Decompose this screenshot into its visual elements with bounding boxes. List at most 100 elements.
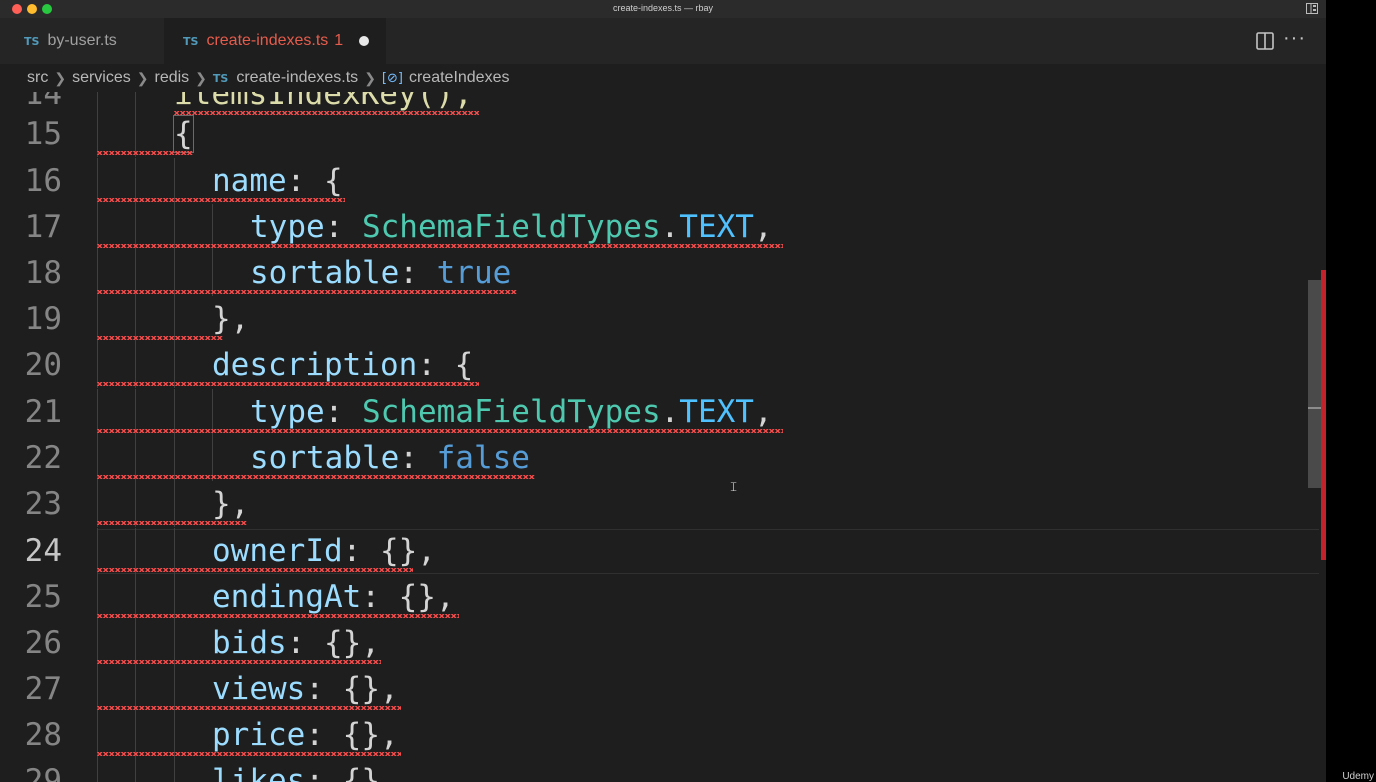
title-bar: create-indexes.ts — rbay	[0, 0, 1326, 18]
error-squiggle	[97, 244, 783, 248]
code-token: {	[323, 163, 343, 199]
error-squiggle	[97, 752, 401, 756]
error-squiggle	[97, 660, 381, 664]
editor-window: create-indexes.ts — rbay TS by-user.ts T…	[0, 0, 1326, 782]
breadcrumb-item-file[interactable]: create-indexes.ts	[236, 69, 358, 87]
tab-by-user[interactable]: TS by-user.ts	[0, 18, 164, 64]
scrollbar-thumb[interactable]	[1308, 280, 1322, 488]
error-squiggle	[97, 521, 247, 525]
code-token: true	[436, 255, 512, 291]
code-token: {	[454, 347, 474, 383]
error-squiggle	[97, 568, 413, 572]
breadcrumb-item-symbol[interactable]: createIndexes	[409, 69, 510, 87]
indent-guide	[97, 758, 98, 782]
code-token: ,	[753, 209, 773, 245]
code-token: itemsIndexKey(),	[174, 92, 473, 112]
code-line: 28 price: {},	[0, 712, 1326, 758]
code-line: 18 sortable: true	[0, 250, 1326, 296]
tab-create-indexes[interactable]: TS create-indexes.ts 1	[164, 18, 386, 64]
code-text: likes: {},	[212, 758, 399, 782]
line-number: 25	[24, 579, 62, 615]
breadcrumb-item-src[interactable]: src	[27, 69, 48, 87]
code-token: :	[305, 763, 343, 782]
code-token: ,	[753, 394, 773, 430]
chevron-right-icon: ❯	[136, 69, 149, 86]
code-line: 17 type: SchemaFieldTypes.TEXT,	[0, 204, 1326, 250]
more-actions-icon[interactable]: ···	[1283, 27, 1306, 50]
breadcrumb-item-redis[interactable]: redis	[154, 69, 189, 87]
code-token: .	[660, 209, 680, 245]
typescript-icon: TS	[24, 34, 40, 48]
symbol-method-icon: [⊘]	[381, 70, 403, 86]
breadcrumb-item-services[interactable]: services	[72, 69, 131, 87]
line-number: 21	[24, 394, 62, 430]
code-token: ownerId	[212, 533, 343, 569]
chevron-right-icon: ❯	[54, 69, 67, 86]
problem-count-badge: 1	[334, 32, 344, 49]
line-number: 19	[24, 301, 62, 337]
code-token: endingAt	[212, 579, 362, 615]
line-number: 16	[24, 163, 62, 199]
typescript-icon: TS	[183, 34, 199, 48]
code-token: :	[324, 209, 362, 245]
code-token: name	[212, 163, 287, 199]
error-squiggle	[97, 336, 223, 340]
error-squiggle	[97, 429, 783, 433]
code-token: bids	[212, 625, 287, 661]
code-token: SchemaFieldTypes	[361, 394, 661, 430]
code-token: {},	[342, 763, 399, 782]
code-token: :	[361, 579, 399, 615]
line-number: 20	[24, 347, 62, 383]
code-token: likes	[212, 763, 306, 782]
code-token: :	[342, 533, 380, 569]
code-editor[interactable]: 14 itemsIndexKey(), 15 { 16 name: { 17 t…	[0, 92, 1326, 782]
code-line: 21 type: SchemaFieldTypes.TEXT,	[0, 389, 1326, 435]
code-token: :	[324, 394, 362, 430]
code-line: 23 },	[0, 481, 1326, 527]
overview-ruler-error-marker	[1321, 270, 1326, 560]
error-squiggle	[97, 706, 401, 710]
unsaved-dot-icon[interactable]	[359, 36, 370, 46]
code-token: price	[212, 717, 306, 753]
code-token: type	[250, 209, 325, 245]
code-token: {},	[342, 717, 399, 753]
code-token: .	[660, 394, 680, 430]
code-token: type	[250, 394, 325, 430]
code-token: views	[212, 671, 306, 707]
indent-guide	[135, 758, 136, 782]
code-token: {},	[342, 671, 399, 707]
code-line-active: 24 ownerId: {},	[0, 528, 1326, 574]
code-token: false	[436, 440, 530, 476]
code-token: {},	[323, 625, 380, 661]
watermark: Udemy	[1342, 771, 1374, 782]
error-squiggle	[97, 290, 517, 294]
tab-label: create-indexes.ts	[206, 32, 329, 49]
split-editor-icon[interactable]	[1256, 32, 1274, 50]
code-token: :	[399, 255, 437, 291]
code-token: :	[305, 717, 343, 753]
code-line: 22 sortable: false	[0, 435, 1326, 481]
line-number: 18	[24, 255, 62, 291]
line-number: 17	[24, 209, 62, 245]
error-squiggle	[97, 614, 459, 618]
overview-ruler-cursor-mark	[1308, 407, 1322, 409]
code-token: :	[399, 440, 437, 476]
line-number: 27	[24, 671, 62, 707]
window-title: create-indexes.ts — rbay	[612, 3, 714, 13]
line-number: 28	[24, 717, 62, 753]
indent-guide	[174, 758, 175, 782]
error-squiggle	[97, 475, 535, 479]
code-token: sortable	[250, 255, 400, 291]
code-token: {	[173, 115, 194, 153]
text-cursor-icon: 𝙸	[729, 480, 739, 495]
line-number: 22	[24, 440, 62, 476]
code-line: 29 likes: {},	[0, 758, 1326, 782]
code-line: 20 description: {	[0, 342, 1326, 388]
line-number: 15	[24, 116, 62, 152]
code-line: 25 endingAt: {},	[0, 574, 1326, 620]
error-squiggle	[97, 151, 193, 155]
line-number: 23	[24, 486, 62, 522]
code-token: description	[212, 347, 418, 383]
code-line: 19 },	[0, 296, 1326, 342]
layout-icon[interactable]	[1306, 3, 1318, 14]
